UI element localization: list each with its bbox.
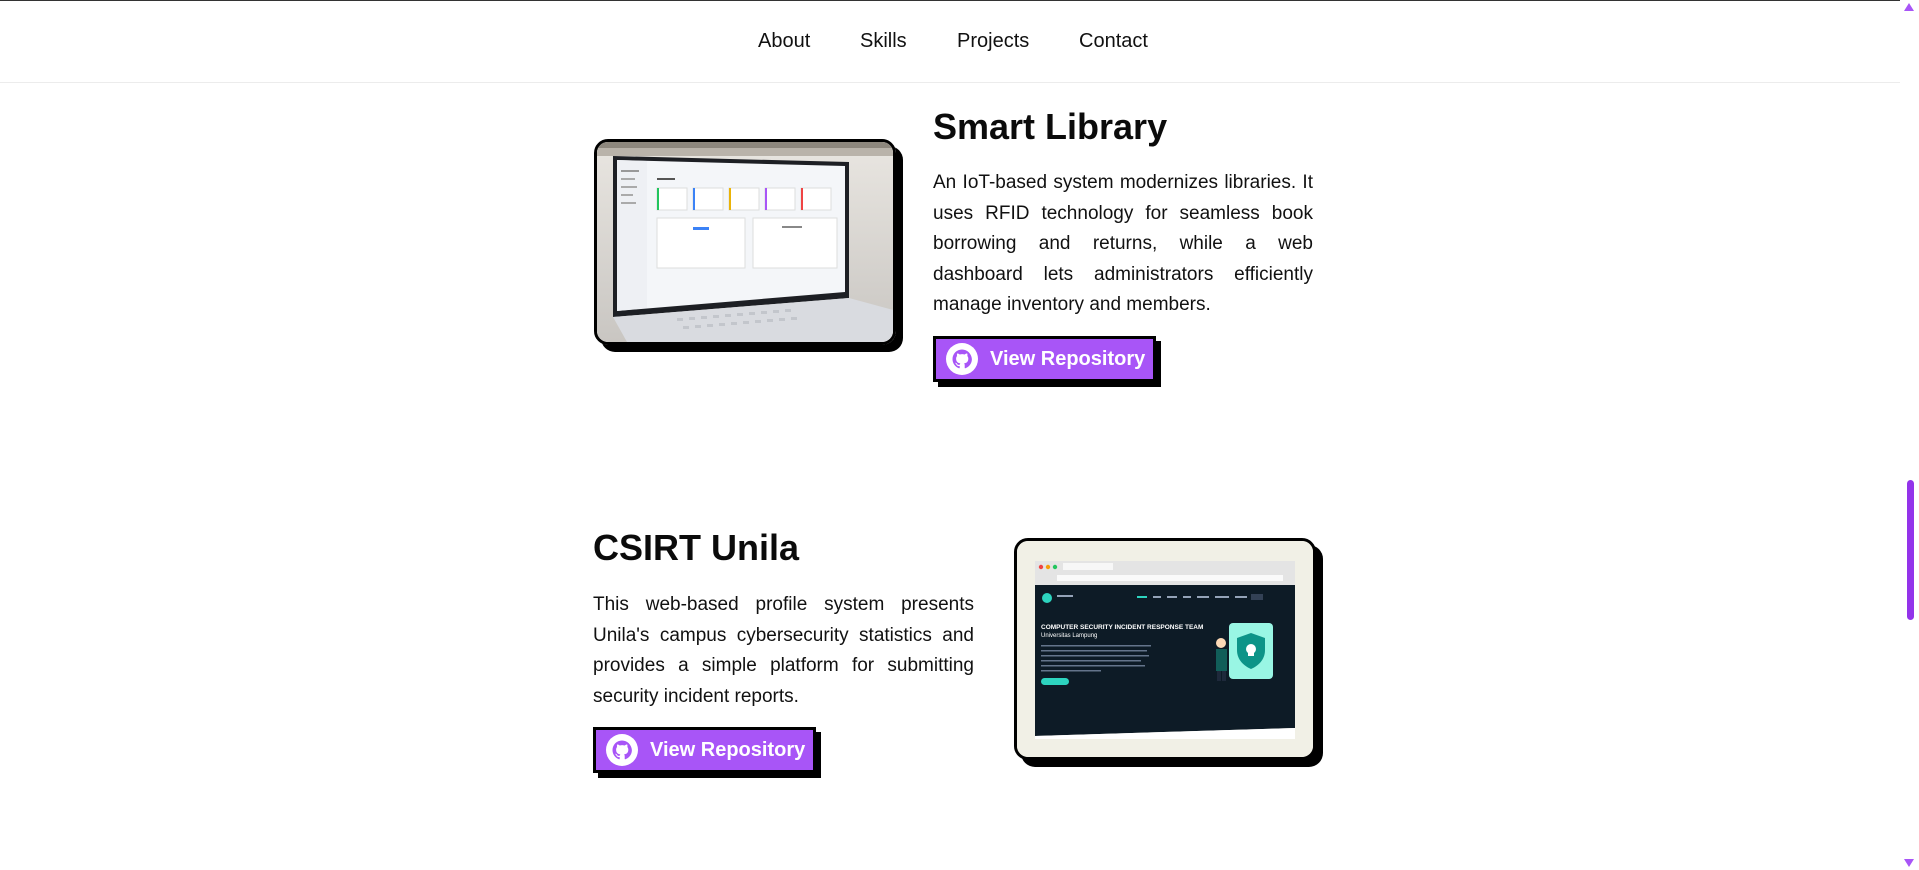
scrollbar-thumb[interactable]: [1907, 480, 1914, 620]
scroll-down-arrow-icon[interactable]: [1904, 859, 1914, 867]
smart-library-image: [594, 139, 896, 345]
website-preview-illustration: COMPUTER SECURITY INCIDENT RESPONSE TEAM…: [1017, 541, 1313, 757]
view-repository-button[interactable]: View Repository: [593, 727, 816, 773]
project-description: An IoT-based system modernizes libraries…: [933, 172, 1313, 315]
scroll-up-arrow-icon[interactable]: [1904, 3, 1914, 11]
top-navbar: About Skills Projects Contact: [0, 1, 1900, 83]
view-repository-label: View Repository: [990, 347, 1146, 370]
nav-contact[interactable]: Contact: [1079, 30, 1148, 53]
github-icon: [946, 343, 978, 375]
vertical-scrollbar[interactable]: [1900, 0, 1919, 870]
laptop-dashboard-illustration: [597, 142, 893, 342]
csirt-unila-image: COMPUTER SECURITY INCIDENT RESPONSE TEAM…: [1014, 538, 1316, 760]
project-title: Smart Library: [933, 106, 1168, 147]
nav-projects[interactable]: Projects: [957, 30, 1029, 53]
csirt-preview-subline: Universitas Lampung: [1041, 633, 1097, 639]
project-description: This web-based profile system presents U…: [593, 594, 974, 707]
project-title: CSIRT Unila: [593, 527, 800, 568]
github-icon: [606, 734, 638, 766]
view-repository-label: View Repository: [650, 738, 806, 761]
csirt-preview-headline: COMPUTER SECURITY INCIDENT RESPONSE TEAM: [1041, 624, 1203, 631]
nav-about[interactable]: About: [758, 30, 810, 53]
nav-skills[interactable]: Skills: [860, 30, 907, 53]
view-repository-button[interactable]: View Repository: [933, 336, 1156, 382]
